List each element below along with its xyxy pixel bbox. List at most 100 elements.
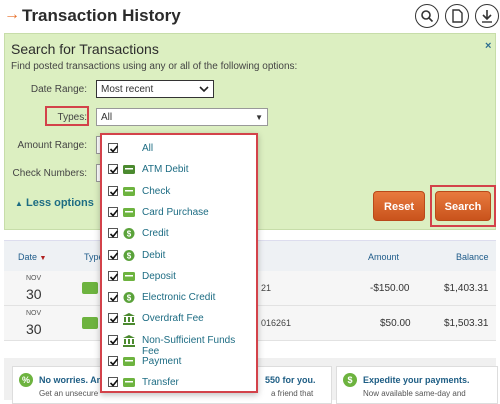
- types-option[interactable]: ATM Debit: [108, 160, 254, 181]
- promo-left-title-end: 550 for you.: [265, 375, 316, 385]
- bank-icon: [122, 312, 136, 326]
- row-description: 016261: [261, 318, 292, 328]
- less-options-link[interactable]: ▲ Less options: [15, 197, 94, 209]
- promo-left-title: No worries. An: [39, 375, 103, 385]
- svg-text:$: $: [127, 294, 132, 303]
- payment-icon: [122, 355, 136, 368]
- amount-range-label: Amount Range:: [17, 140, 88, 151]
- types-option-label: Electronic Credit: [142, 292, 216, 304]
- date-column-header[interactable]: Date ▼: [18, 252, 46, 262]
- close-icon[interactable]: ×: [485, 40, 491, 52]
- types-dropdown-list: All ATM Debit Check Card Purchase $ Credit $ De…: [100, 133, 258, 393]
- less-options-label: Less options: [25, 197, 94, 209]
- checkbox-checked-icon[interactable]: [108, 164, 119, 175]
- atm-icon: [122, 163, 136, 176]
- types-select[interactable]: All ▼: [96, 108, 268, 126]
- amount-column-header[interactable]: Amount: [368, 252, 399, 262]
- transaction-type-icon: [82, 317, 98, 329]
- checkbox-checked-icon[interactable]: [108, 143, 119, 153]
- types-option[interactable]: Deposit: [108, 267, 254, 288]
- types-option-label: Card Purchase: [142, 206, 209, 218]
- search-title: Search for Transactions: [11, 41, 159, 57]
- search-button[interactable]: Search: [435, 191, 491, 221]
- chevron-down-icon: [199, 81, 209, 104]
- types-option-label: Overdraft Fee: [142, 313, 204, 325]
- promo-card-right[interactable]: $ Expedite your payments. Now available …: [336, 366, 498, 404]
- checkbox-checked-icon[interactable]: [108, 313, 119, 324]
- promo-right-subtitle: Now available same-day and: [363, 389, 466, 398]
- promo-right-title: Expedite your payments.: [363, 375, 470, 385]
- row-day: 30: [26, 286, 42, 302]
- credit-icon: $: [122, 227, 136, 240]
- arrow-right-icon: →: [4, 6, 20, 23]
- download-icon[interactable]: [475, 4, 499, 28]
- date-header-label: Date: [18, 252, 38, 262]
- debit-icon: $: [122, 249, 136, 262]
- row-amount: -$150.00: [370, 283, 410, 294]
- checkbox-checked-icon[interactable]: [108, 249, 119, 260]
- percent-icon: %: [19, 373, 33, 387]
- row-balance: $1,403.31: [444, 283, 489, 294]
- transfer-icon: [122, 376, 136, 389]
- dollar-icon: $: [343, 373, 357, 387]
- row-month: NOV: [26, 310, 42, 317]
- row-description: 21: [261, 283, 272, 293]
- types-option-label: ATM Debit: [142, 164, 189, 176]
- types-option[interactable]: Non-Sufficient Funds Fee: [108, 331, 254, 357]
- types-option-label: All: [142, 143, 154, 154]
- types-option[interactable]: Payment: [108, 352, 254, 373]
- deposit-icon: [122, 270, 136, 283]
- svg-text:$: $: [127, 251, 132, 260]
- bank-icon: [122, 334, 136, 347]
- transaction-type-icon: [82, 282, 98, 294]
- types-option[interactable]: All: [108, 139, 254, 160]
- types-option[interactable]: $ Electronic Credit: [108, 288, 254, 309]
- sort-down-icon: ▼: [39, 255, 47, 262]
- checkbox-checked-icon[interactable]: [108, 228, 119, 239]
- document-icon[interactable]: [445, 4, 469, 28]
- date-range-label: Date Range:: [30, 84, 87, 95]
- row-day: 30: [26, 321, 42, 337]
- svg-text:$: $: [127, 230, 132, 239]
- promo-left-subtitle: Get an unsecure: [39, 389, 99, 398]
- types-option[interactable]: Card Purchase: [108, 203, 254, 224]
- row-balance: $1,503.31: [444, 318, 489, 329]
- triangle-up-icon: ▲: [15, 199, 23, 208]
- types-option[interactable]: $ Debit: [108, 246, 254, 267]
- page-title: Transaction History: [22, 6, 181, 25]
- check-numbers-label: Check Numbers:: [12, 168, 87, 179]
- page-header: → Transaction History: [0, 0, 500, 34]
- checkbox-checked-icon[interactable]: [108, 185, 119, 196]
- caret-down-icon: ▼: [255, 113, 263, 122]
- types-option-label: Debit: [142, 249, 166, 261]
- checkbox-checked-icon[interactable]: [108, 377, 119, 388]
- types-option-label: Transfer: [142, 377, 179, 389]
- types-option[interactable]: Check: [108, 182, 254, 203]
- card-icon: [122, 206, 136, 219]
- types-value: All: [101, 112, 113, 123]
- search-subtitle: Find posted transactions using any or al…: [11, 61, 298, 72]
- types-option[interactable]: Transfer: [108, 373, 254, 394]
- electronic-credit-icon: $: [122, 291, 136, 304]
- checkbox-checked-icon[interactable]: [108, 292, 119, 303]
- checkbox-checked-icon[interactable]: [108, 334, 119, 345]
- checkbox-checked-icon[interactable]: [108, 270, 119, 281]
- types-option-label: Credit: [142, 228, 169, 240]
- types-option-label: Check: [142, 185, 171, 197]
- row-month: NOV: [26, 275, 42, 282]
- types-option[interactable]: Overdraft Fee: [108, 309, 254, 330]
- types-option[interactable]: $ Credit: [108, 224, 254, 245]
- date-range-value: Most recent: [101, 84, 154, 95]
- date-range-select[interactable]: Most recent: [96, 80, 214, 98]
- check-icon: [122, 185, 136, 198]
- types-option-label: Payment: [142, 356, 182, 367]
- types-label: Types:: [57, 112, 87, 123]
- balance-column-header[interactable]: Balance: [456, 252, 489, 262]
- types-option-label: Deposit: [142, 270, 176, 282]
- promo-left-subtitle-end: a friend that: [271, 389, 314, 398]
- checkbox-checked-icon[interactable]: [108, 206, 119, 217]
- row-amount: $50.00: [380, 318, 411, 329]
- reset-button[interactable]: Reset: [373, 191, 425, 221]
- search-icon[interactable]: [415, 4, 439, 28]
- checkbox-checked-icon[interactable]: [108, 356, 119, 366]
